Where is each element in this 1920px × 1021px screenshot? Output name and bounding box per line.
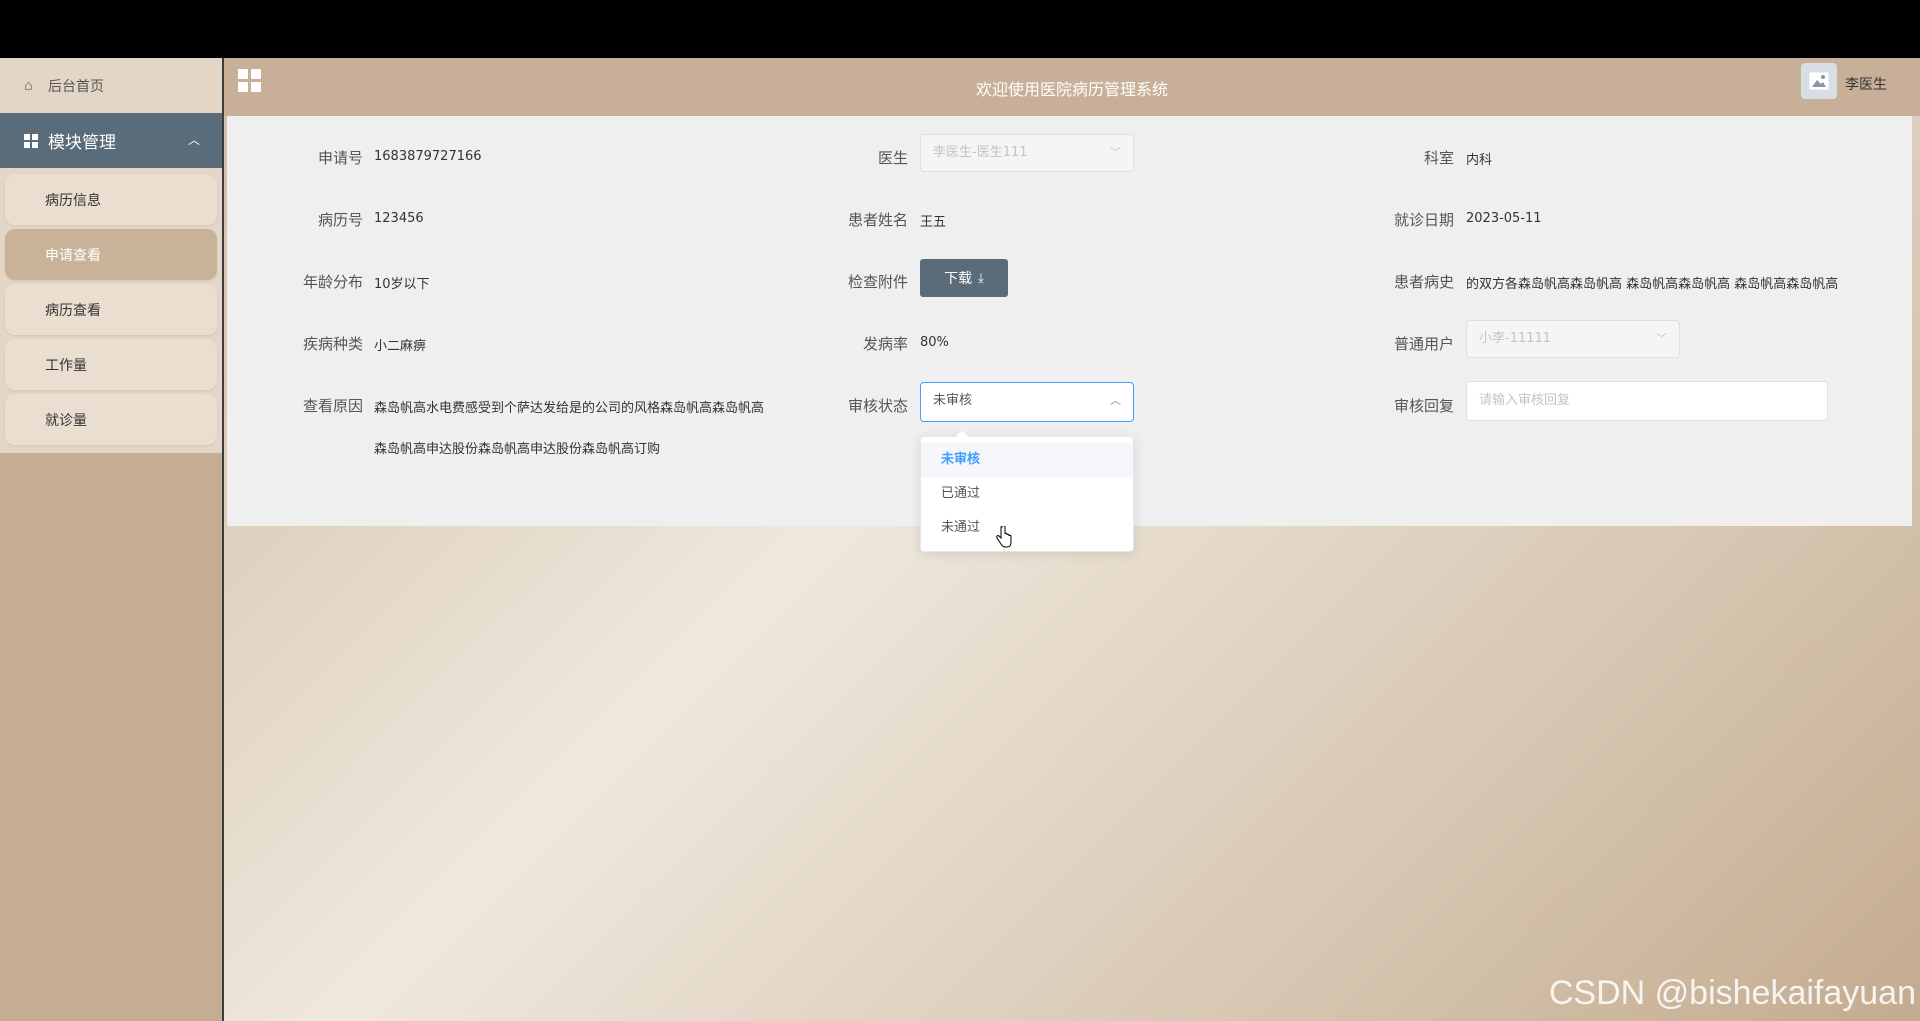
patient-name-value: 王五 bbox=[920, 215, 947, 230]
app: ⌂ 后台首页 模块管理 ︿ 病历信息 申请查看 病历查看 工作量 就诊量 欢迎使… bbox=[0, 58, 1920, 1021]
header: 欢迎使用医院病历管理系统 李医生 bbox=[224, 58, 1920, 116]
sidebar-item-apply-view[interactable]: 申请查看 bbox=[5, 229, 217, 280]
sidebar-item-label: 申请查看 bbox=[45, 247, 101, 264]
review-status-dropdown: 未审核 已通过 未通过 bbox=[920, 428, 1134, 552]
apply-no-value: 1683879727166 bbox=[374, 149, 482, 164]
normal-user-select[interactable]: 小李-11111 ﹀ bbox=[1466, 320, 1680, 358]
apply-no-label: 申请号 bbox=[317, 149, 363, 167]
department-label: 科室 bbox=[1423, 149, 1454, 167]
age-group-value: 10岁以下 bbox=[374, 277, 430, 292]
sidebar: ⌂ 后台首页 模块管理 ︿ 病历信息 申请查看 病历查看 工作量 就诊量 bbox=[0, 58, 224, 1021]
chevron-up-icon: ︿ bbox=[1110, 394, 1121, 407]
sidebar-home[interactable]: ⌂ 后台首页 bbox=[0, 58, 222, 113]
incidence-value: 80% bbox=[920, 335, 949, 350]
department-value: 内科 bbox=[1466, 153, 1493, 168]
disease-type-label: 疾病种类 bbox=[302, 335, 363, 353]
view-reason-label: 查看原因 bbox=[302, 397, 363, 415]
patient-name-label: 患者姓名 bbox=[847, 211, 908, 229]
review-reply-input[interactable]: 请输入审核回复 bbox=[1466, 381, 1828, 421]
history-value: 的双方各森岛帆高森岛帆高 森岛帆高森岛帆高 森岛帆高森岛帆高 bbox=[1466, 277, 1839, 292]
screen-top-bar bbox=[0, 0, 1920, 58]
grid-icon bbox=[24, 133, 38, 148]
sidebar-list: 病历信息 申请查看 病历查看 工作量 就诊量 bbox=[0, 168, 222, 453]
record-no-value: 123456 bbox=[374, 211, 424, 226]
sidebar-item-record-view[interactable]: 病历查看 bbox=[5, 284, 217, 335]
chevron-down-icon: ﹀ bbox=[1110, 146, 1121, 159]
dropdown-option-pending[interactable]: 未审核 bbox=[921, 443, 1133, 477]
sidebar-home-label: 后台首页 bbox=[48, 78, 104, 95]
review-reply-label: 审核回复 bbox=[1393, 397, 1454, 415]
sidebar-item-workload[interactable]: 工作量 bbox=[5, 339, 217, 390]
sidebar-item-visits[interactable]: 就诊量 bbox=[5, 394, 217, 445]
review-status-label: 审核状态 bbox=[847, 397, 908, 415]
home-icon: ⌂ bbox=[24, 77, 33, 94]
chevron-down-icon: ﹀ bbox=[1656, 332, 1667, 345]
sidebar-item-label: 病历查看 bbox=[45, 302, 101, 319]
visit-date-value: 2023-05-11 bbox=[1466, 211, 1542, 226]
doctor-label: 医生 bbox=[877, 149, 908, 167]
page-title: 欢迎使用医院病历管理系统 bbox=[975, 80, 1168, 99]
review-reply-placeholder: 请输入审核回复 bbox=[1479, 393, 1571, 408]
username: 李医生 bbox=[1845, 77, 1887, 93]
avatar[interactable] bbox=[1801, 63, 1837, 99]
normal-user-label: 普通用户 bbox=[1393, 335, 1454, 353]
download-button-label: 下载 bbox=[944, 271, 973, 287]
view-reason-line1: 森岛帆高水电费感受到个萨达发给是的公司的风格森岛帆高森岛帆高 bbox=[374, 401, 765, 416]
doctor-select[interactable]: 李医生-医生111 ﹀ bbox=[920, 134, 1134, 172]
history-label: 患者病史 bbox=[1393, 273, 1454, 291]
image-icon bbox=[1809, 72, 1829, 90]
dropdown-option-rejected[interactable]: 未通过 bbox=[921, 511, 1133, 545]
download-button[interactable]: 下载 ⤓ bbox=[920, 259, 1008, 297]
dropdown-option-approved[interactable]: 已通过 bbox=[921, 477, 1133, 511]
visit-date-label: 就诊日期 bbox=[1393, 211, 1454, 229]
sidebar-group-module[interactable]: 模块管理 ︿ bbox=[0, 113, 222, 168]
view-reason-line2: 森岛帆高申达股份森岛帆高申达股份森岛帆高订购 bbox=[374, 442, 661, 457]
normal-user-select-value: 小李-11111 bbox=[1479, 331, 1552, 346]
incidence-label: 发病率 bbox=[862, 335, 908, 353]
sidebar-group-label: 模块管理 bbox=[48, 133, 116, 153]
review-status-select[interactable]: 未审核 ︿ bbox=[920, 382, 1134, 422]
record-no-label: 病历号 bbox=[317, 211, 363, 229]
sidebar-item-records[interactable]: 病历信息 bbox=[5, 174, 217, 225]
review-status-select-value: 未审核 bbox=[933, 393, 973, 408]
sidebar-item-label: 工作量 bbox=[45, 357, 87, 374]
disease-type-value: 小二麻痹 bbox=[374, 339, 427, 354]
sidebar-item-label: 就诊量 bbox=[45, 412, 87, 429]
sidebar-item-label: 病历信息 bbox=[45, 192, 101, 209]
hand-cursor-icon bbox=[996, 526, 1012, 548]
attachment-label: 检查附件 bbox=[847, 273, 908, 291]
doctor-select-value: 李医生-医生111 bbox=[933, 145, 1028, 160]
watermark: CSDN @bishekaifayuan bbox=[1548, 974, 1916, 1012]
download-icon: ⤓ bbox=[978, 270, 984, 286]
chevron-up-icon: ︿ bbox=[187, 133, 200, 147]
age-group-label: 年龄分布 bbox=[302, 273, 363, 291]
